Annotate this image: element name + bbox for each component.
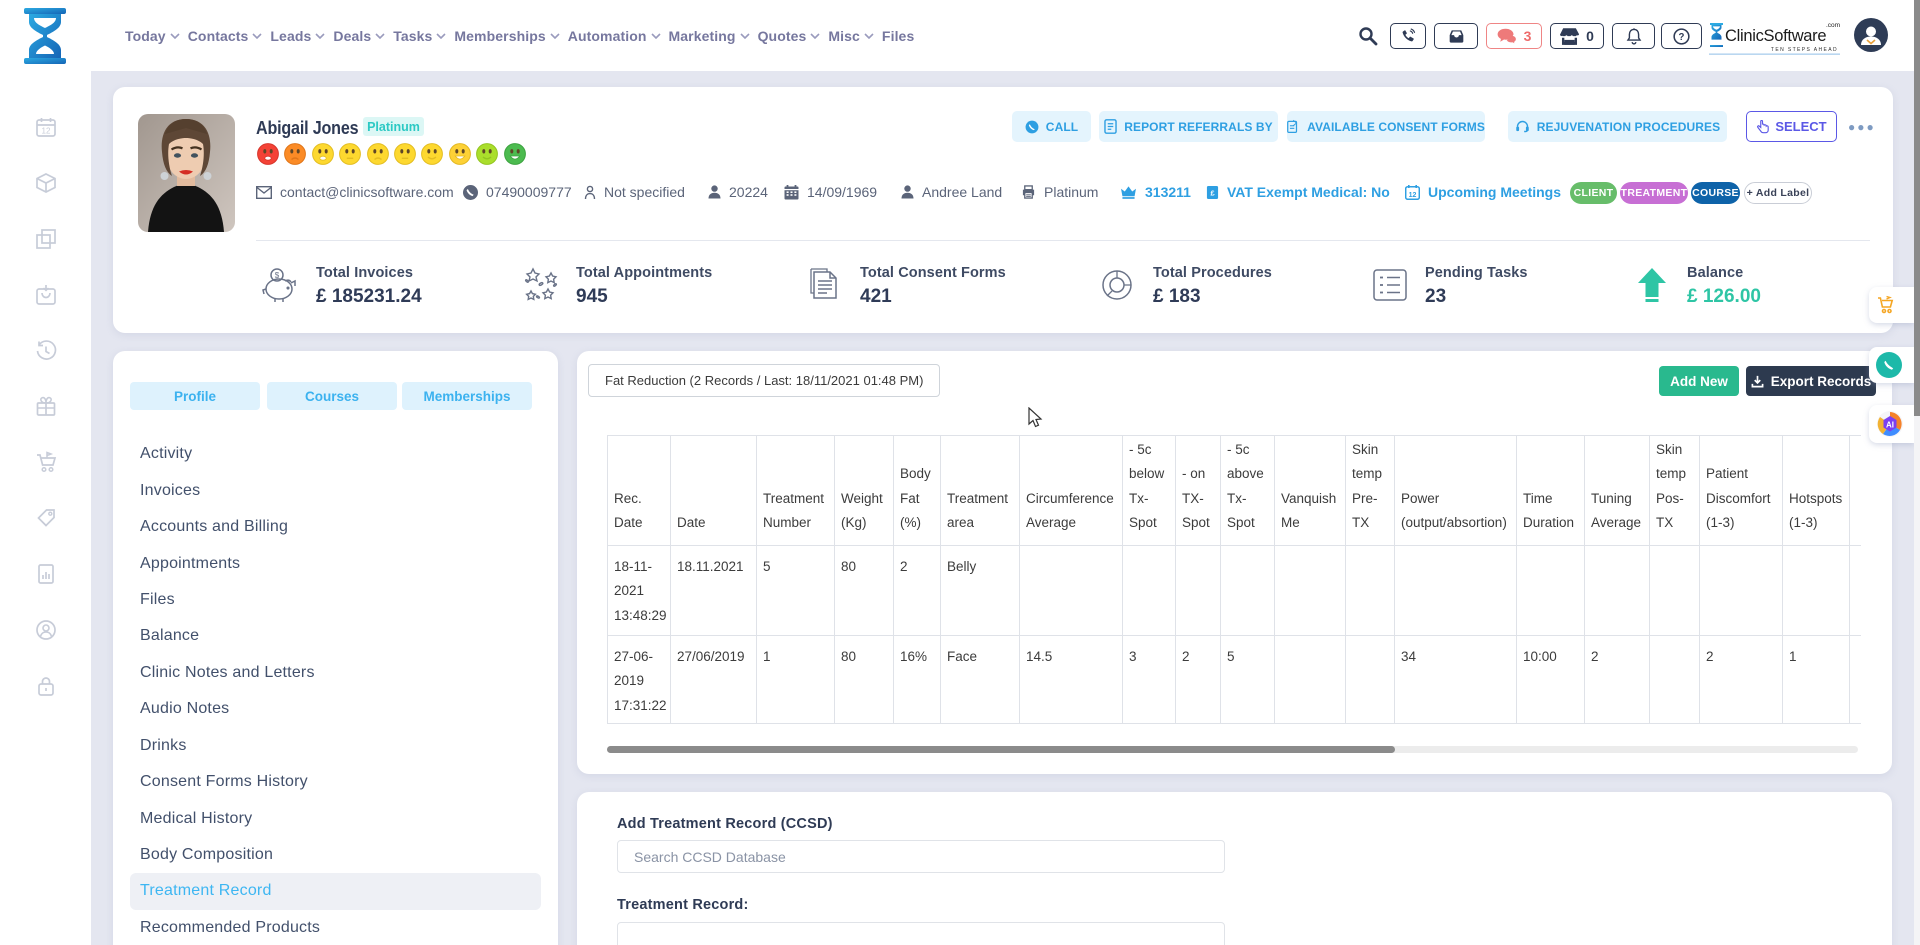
svg-text:?: ? [1679, 31, 1685, 42]
svg-text:.com: .com [1826, 22, 1840, 29]
svg-text:AI: AI [1886, 421, 1894, 430]
svg-text:12: 12 [1409, 192, 1417, 199]
svg-text:$: $ [275, 271, 280, 280]
svg-text:ClinicSoftware: ClinicSoftware [1725, 27, 1826, 45]
svg-text:12: 12 [42, 127, 51, 136]
svg-text:TEN STEPS AHEAD: TEN STEPS AHEAD [1771, 47, 1838, 53]
